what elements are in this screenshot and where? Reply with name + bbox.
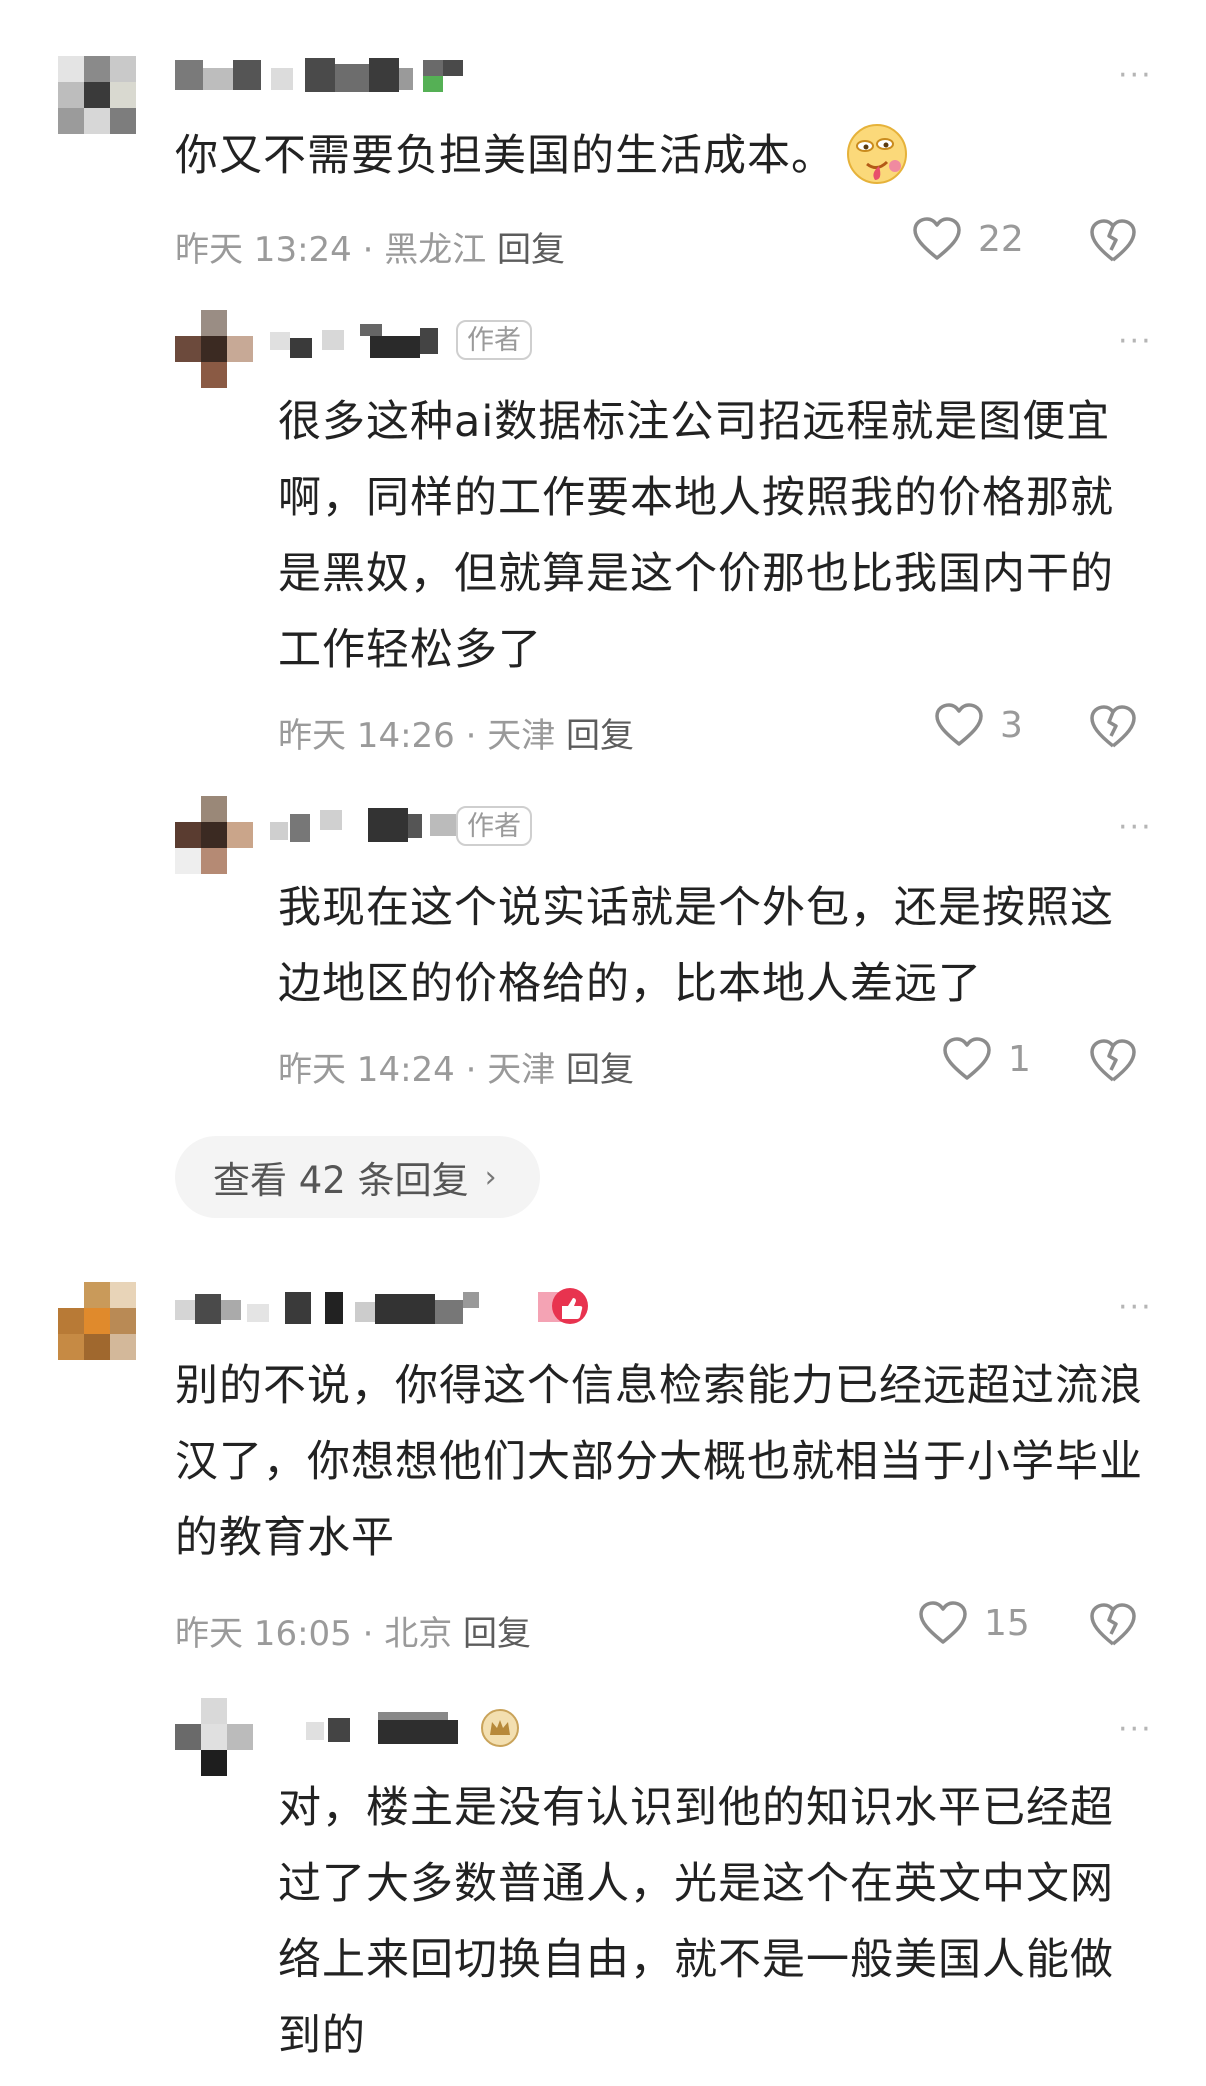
more-options-icon[interactable]: ··· xyxy=(1118,1290,1153,1325)
broken-heart-icon[interactable] xyxy=(1088,702,1138,752)
reply-button[interactable]: 回复 xyxy=(566,1050,634,1090)
avatar[interactable] xyxy=(58,1282,136,1360)
crown-badge-icon xyxy=(481,1709,519,1747)
chevron-right-icon: › xyxy=(484,1159,497,1195)
timestamp: 昨天 14:26 xyxy=(278,716,455,756)
heart-icon xyxy=(913,217,961,260)
reply-button[interactable]: 回复 xyxy=(463,1614,531,1654)
more-options-icon[interactable]: ··· xyxy=(1118,1712,1153,1747)
view-replies-label: 查看 42 条回复 xyxy=(213,1159,469,1202)
username-redacted[interactable] xyxy=(270,808,460,842)
comment-meta: 昨天 13:24 · 黑龙江 回复 xyxy=(175,230,566,270)
location: 天津 xyxy=(487,716,556,756)
avatar[interactable] xyxy=(175,796,253,874)
like-count: 1 xyxy=(1008,1038,1031,1080)
comment-text: 很多这种ai数据标注公司招远程就是图便宜 啊，同样的工作要本地人按照我的价格那就… xyxy=(278,397,1114,675)
author-badge: 作者 xyxy=(456,806,532,846)
comment-meta: 昨天 16:05 · 北京 回复 xyxy=(175,1614,532,1654)
broken-heart-icon[interactable] xyxy=(1088,1600,1138,1650)
timestamp: 昨天 14:24 xyxy=(278,1050,455,1090)
comment-meta: 昨天 14:26 · 天津 回复 xyxy=(278,716,635,756)
broken-heart-icon[interactable] xyxy=(1088,216,1138,266)
timestamp: 昨天 13:24 xyxy=(175,230,352,270)
like-count: 22 xyxy=(978,218,1024,260)
comment-text: 对，楼主是没有认识到他的知识水平已经超 过了大多数普通人，光是这个在英文中文网 … xyxy=(278,1783,1114,2061)
heart-icon xyxy=(919,1601,967,1644)
username-redacted[interactable] xyxy=(175,58,465,92)
like-button[interactable]: 15 xyxy=(918,1600,1030,1646)
avatar[interactable] xyxy=(58,56,136,134)
more-options-icon[interactable]: ··· xyxy=(1118,58,1153,93)
comment-text: 你又不需要负担美国的生活成本。 xyxy=(175,131,835,181)
heart-icon xyxy=(943,1037,991,1080)
view-replies-button[interactable]: 查看 42 条回复 › xyxy=(175,1136,540,1218)
broken-heart-icon[interactable] xyxy=(1088,1036,1138,1086)
like-button[interactable]: 1 xyxy=(942,1036,1031,1082)
drooling-face-emoji xyxy=(847,124,907,184)
like-button[interactable]: 22 xyxy=(912,216,1024,262)
reply-button[interactable]: 回复 xyxy=(497,230,565,270)
username-redacted[interactable] xyxy=(300,1712,470,1746)
more-options-icon[interactable]: ··· xyxy=(1118,810,1153,845)
author-badge: 作者 xyxy=(456,320,532,360)
like-button[interactable]: 3 xyxy=(934,702,1023,748)
more-options-icon[interactable]: ··· xyxy=(1118,324,1153,359)
heart-icon xyxy=(935,703,983,746)
like-count: 15 xyxy=(984,1602,1030,1644)
reply-button[interactable]: 回复 xyxy=(566,716,634,756)
location: 北京 xyxy=(384,1614,453,1654)
like-count: 3 xyxy=(1000,704,1023,746)
avatar[interactable] xyxy=(175,310,253,388)
comment-text: 别的不说，你得这个信息检索能力已经远超过流浪 汉了，你想想他们大部分大概也就相当… xyxy=(175,1361,1143,1563)
comment-text: 我现在这个说实话就是个外包，还是按照这 边地区的价格给的，比本地人差远了 xyxy=(278,883,1114,1009)
username-redacted[interactable] xyxy=(175,1290,535,1324)
comment-meta: 昨天 14:24 · 天津 回复 xyxy=(278,1050,635,1090)
timestamp: 昨天 16:05 xyxy=(175,1614,352,1654)
location: 黑龙江 xyxy=(384,230,487,270)
thumbs-up-icon xyxy=(538,1288,588,1324)
username-redacted[interactable] xyxy=(270,324,440,358)
location: 天津 xyxy=(487,1050,556,1090)
avatar[interactable] xyxy=(175,1698,253,1776)
